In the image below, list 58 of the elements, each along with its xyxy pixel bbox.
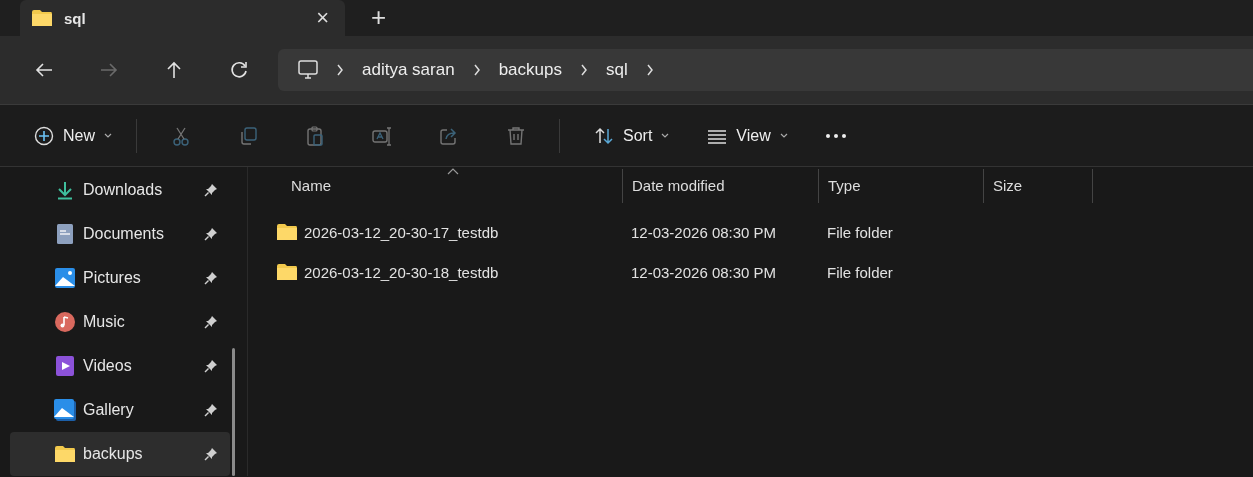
new-button[interactable]: New <box>30 115 116 156</box>
chevron-down-icon <box>661 132 670 139</box>
refresh-icon <box>229 60 249 80</box>
breadcrumb[interactable]: aditya saran <box>362 60 455 80</box>
folder-icon <box>55 446 75 462</box>
chevron-right-icon <box>645 64 654 76</box>
file-type: File folder <box>826 223 894 241</box>
tab[interactable]: sql × <box>20 0 345 36</box>
date-modified: 12-03-2026 08:30 PM <box>630 223 778 241</box>
copy-icon <box>238 125 258 146</box>
trash-icon <box>506 125 526 146</box>
monitor-icon <box>298 60 318 80</box>
rename-icon <box>372 125 392 146</box>
chevron-right-icon <box>472 64 481 76</box>
more-icon <box>825 133 846 138</box>
file-row[interactable]: 2026-03-12_20-30-17_testdb 12-03-2026 08:30 PM File folder <box>248 212 1253 252</box>
chevron-right-icon <box>579 64 588 76</box>
document-icon <box>57 224 73 244</box>
address-bar[interactable]: aditya saran backups sql <box>278 49 1253 91</box>
music-icon <box>55 312 75 332</box>
sort-button[interactable]: Sort <box>590 115 674 156</box>
download-icon <box>55 180 75 200</box>
file-name: 2026-03-12_20-30-17_testdb <box>304 223 499 241</box>
sidebar-item[interactable]: backups <box>10 432 230 476</box>
column-header[interactable]: Size <box>983 168 1093 203</box>
sidebar-item[interactable]: Documents <box>10 212 230 256</box>
file-name: 2026-03-12_20-30-18_testdb <box>304 263 499 281</box>
chevron-down-icon <box>104 132 112 139</box>
folder-icon <box>32 10 52 26</box>
folder-icon <box>277 264 297 280</box>
chevron-right-icon <box>336 64 344 76</box>
scissors-icon <box>171 125 191 146</box>
view-button[interactable]: View <box>703 115 792 156</box>
breadcrumb[interactable]: backups <box>498 60 562 80</box>
gallery-icon <box>54 399 76 421</box>
picture-icon <box>55 268 75 288</box>
breadcrumb[interactable]: sql <box>605 60 628 80</box>
file-type: File folder <box>826 263 894 281</box>
sidebar-item[interactable]: Gallery <box>10 388 230 432</box>
column-header[interactable]: Type <box>818 168 983 203</box>
share-icon <box>439 125 459 146</box>
sidebar-item[interactable]: Music <box>10 300 230 344</box>
sort-arrows-icon <box>594 125 614 146</box>
file-row[interactable]: 2026-03-12_20-30-18_testdb 12-03-2026 08:30 PM File folder <box>248 252 1253 292</box>
video-icon <box>56 356 74 376</box>
sidebar-item[interactable]: Pictures <box>10 256 230 300</box>
sidebar-item[interactable]: Videos <box>10 344 230 388</box>
column-header[interactable]: Name <box>248 168 622 203</box>
date-modified: 12-03-2026 08:30 PM <box>630 263 778 281</box>
folder-icon <box>277 224 297 240</box>
scrollbar[interactable] <box>232 348 235 476</box>
close-tab-button[interactable]: × <box>312 7 333 29</box>
new-tab-button[interactable]: + <box>367 4 391 30</box>
column-header[interactable]: Date modified <box>622 168 818 203</box>
chevron-down-icon <box>779 132 788 139</box>
clipboard-icon <box>305 125 325 146</box>
plus-circle-icon <box>34 125 54 146</box>
sidebar-item[interactable]: Downloads <box>10 168 230 212</box>
